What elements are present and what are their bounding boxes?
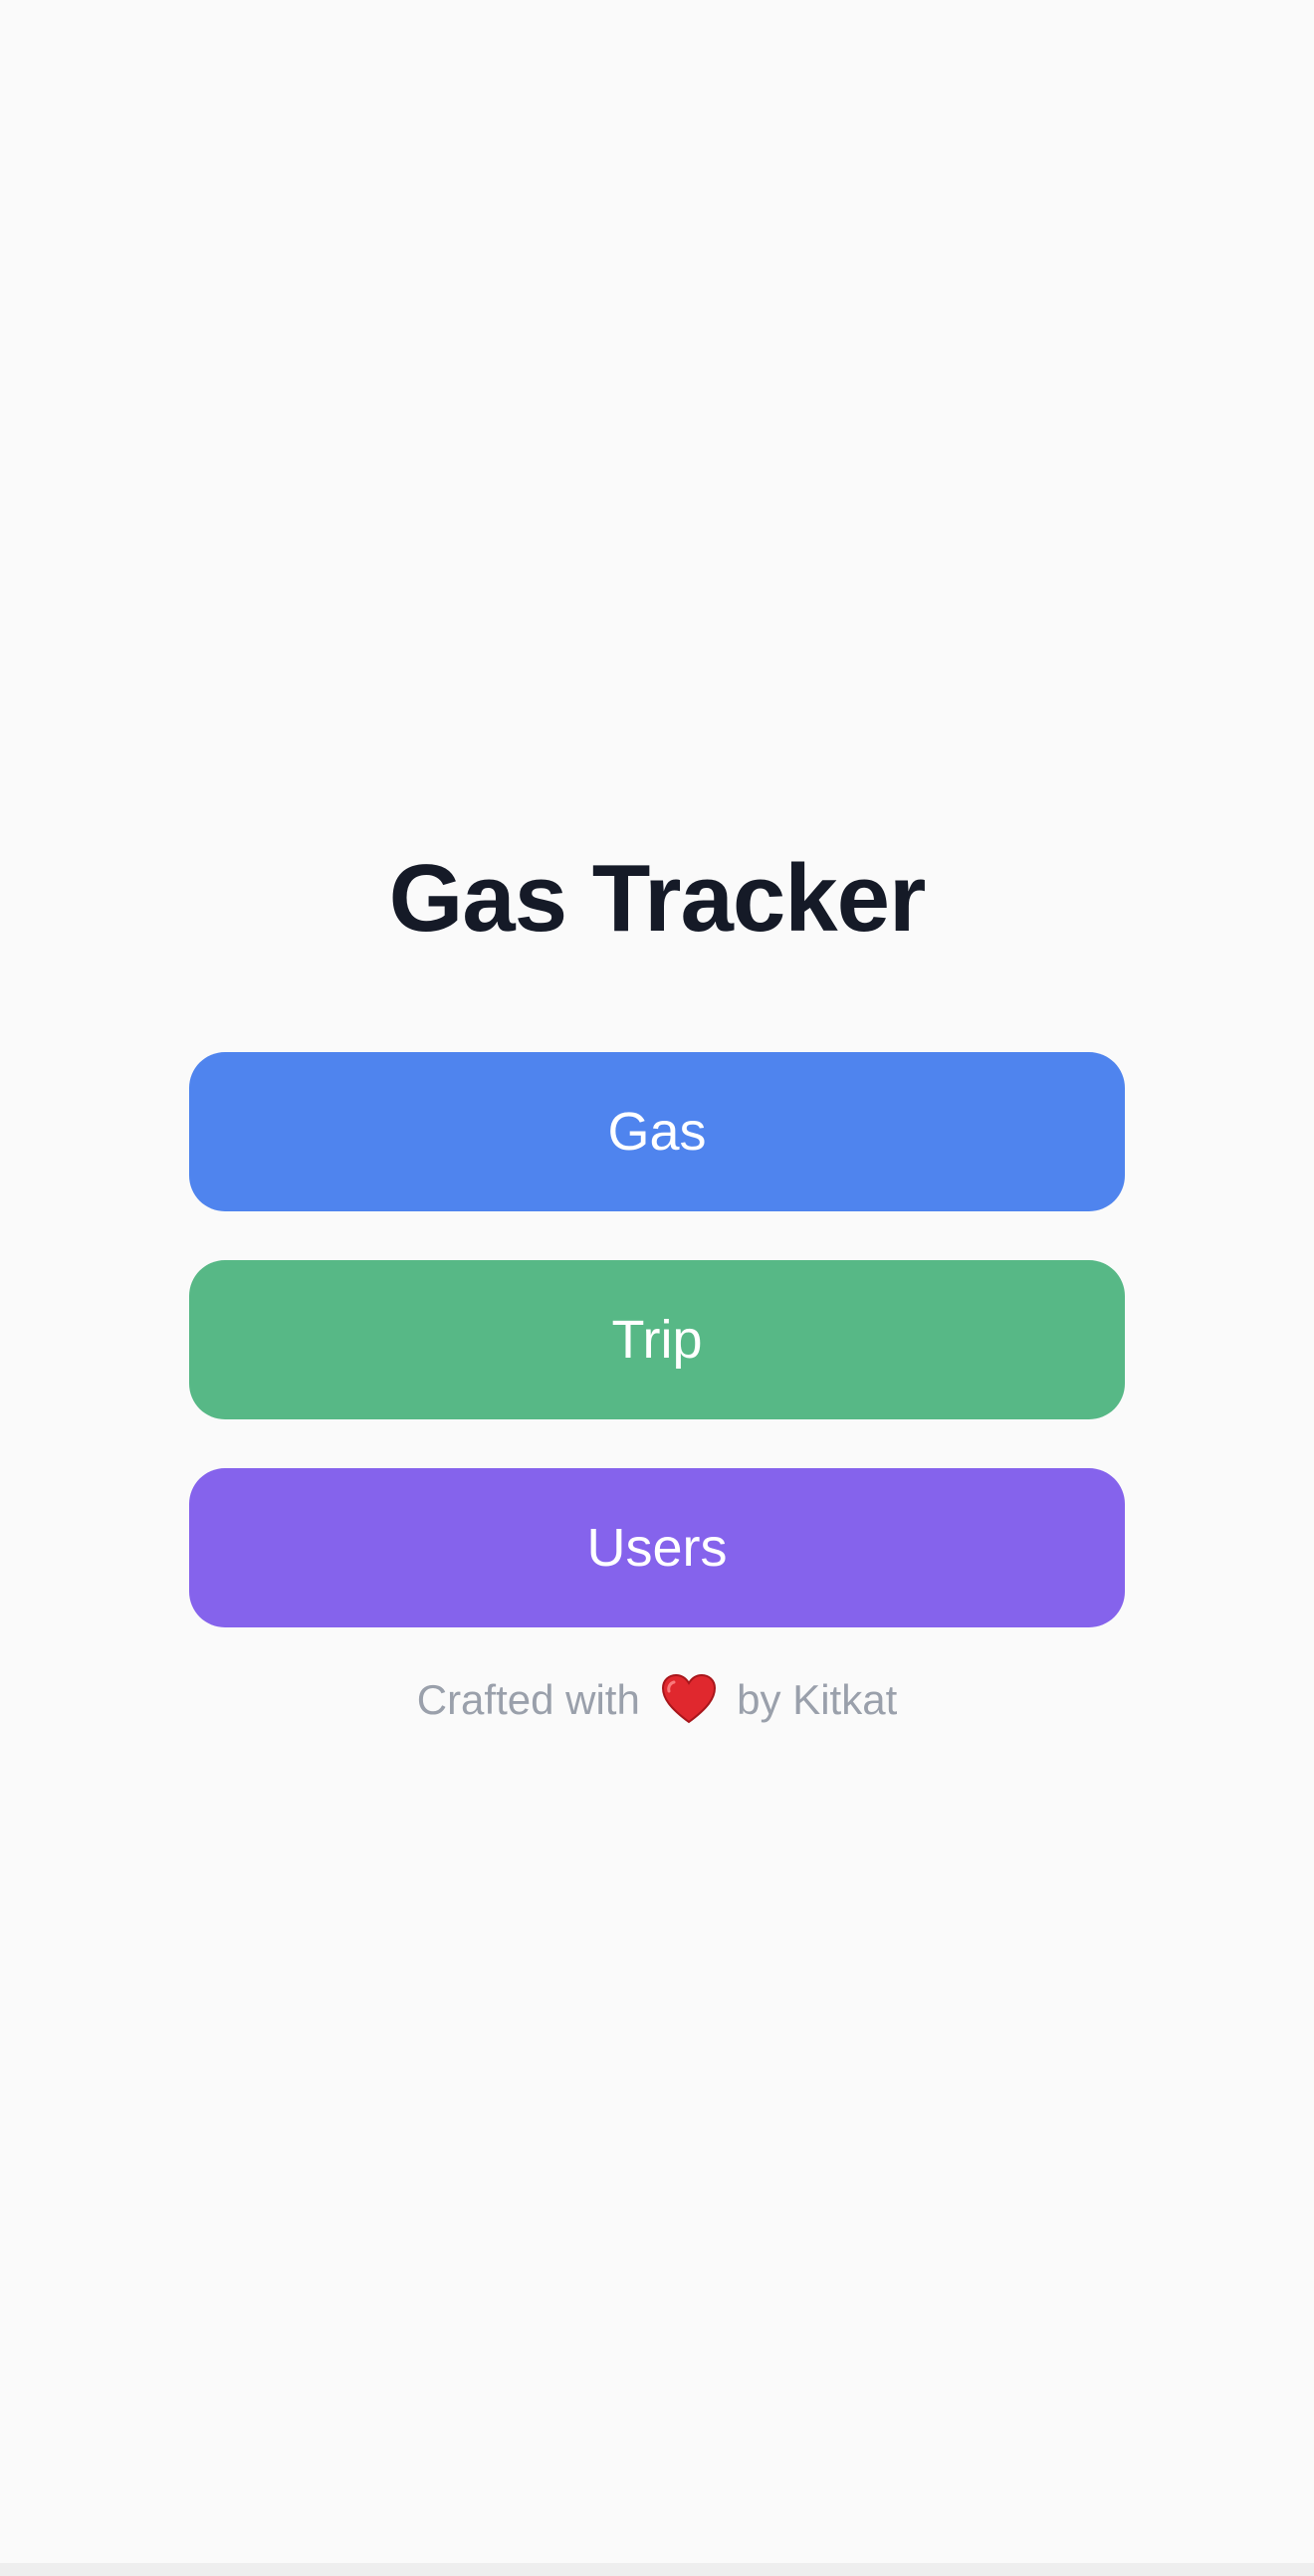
gas-button[interactable]: Gas [189,1052,1125,1211]
heart-icon [661,1673,716,1724]
footer-suffix: by Kitkat [737,1676,898,1723]
home-screen: Gas Tracker Gas Trip Users Crafted with … [0,0,1314,2563]
users-button[interactable]: Users [189,1468,1125,1627]
footer-prefix: Crafted with [416,1676,640,1723]
bottom-edge [0,2563,1314,2576]
trip-button[interactable]: Trip [189,1260,1125,1419]
footer-credit: Crafted with by Kitkat [0,1664,1314,1736]
app-title: Gas Tracker [388,845,927,952]
